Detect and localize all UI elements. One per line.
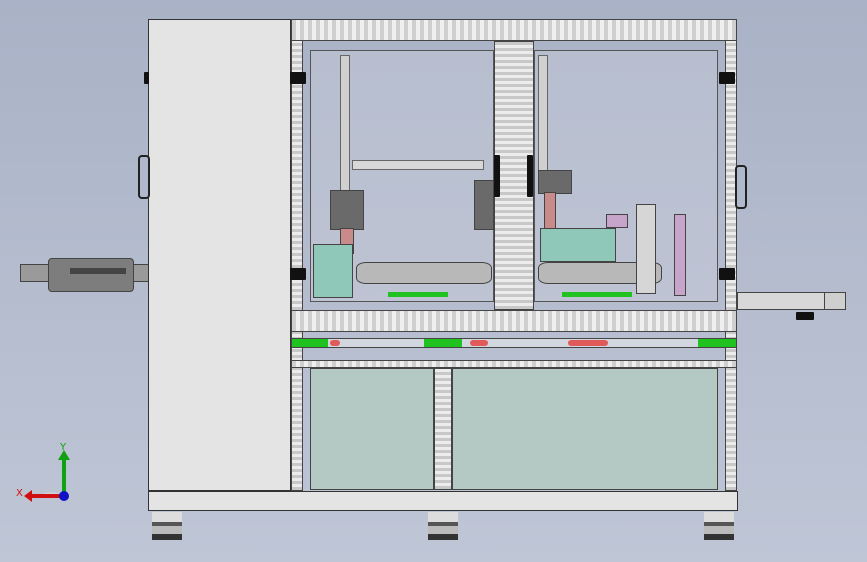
hinge-top-left xyxy=(290,72,306,84)
machine-base xyxy=(148,491,738,511)
indicator-green-1 xyxy=(292,339,328,347)
stack-column xyxy=(636,204,656,294)
hinge-bottom-right xyxy=(719,268,735,280)
violet-column xyxy=(674,214,686,296)
teal-module-right xyxy=(540,228,616,262)
indicator-red-1 xyxy=(330,340,340,346)
right-conveyor-end xyxy=(824,292,846,310)
actuator-block-right xyxy=(538,170,572,194)
gantry-crossbar xyxy=(352,160,484,170)
indicator-red-2 xyxy=(470,340,488,346)
gantry-left-upright xyxy=(340,55,350,197)
foot-right xyxy=(704,512,734,540)
left-feeder-slot xyxy=(70,268,126,274)
lower-rail-top xyxy=(291,360,737,368)
triad-y-label: Y xyxy=(60,442,67,453)
frame-post-right xyxy=(725,19,737,491)
violet-block xyxy=(606,214,628,228)
left-cabinet-latch xyxy=(144,72,149,84)
left-feeder-roller xyxy=(48,258,134,292)
left-cabinet xyxy=(148,19,291,491)
indicator-green-2 xyxy=(424,339,462,347)
cad-viewport[interactable] xyxy=(0,0,867,562)
turntable-left-green xyxy=(388,292,448,297)
lower-panel-right[interactable] xyxy=(452,368,718,490)
lower-panel-left[interactable] xyxy=(310,368,434,490)
teal-module-left xyxy=(313,244,353,298)
hinge-top-right xyxy=(719,72,735,84)
lower-post-center xyxy=(434,368,452,490)
door-handle-right[interactable] xyxy=(527,155,533,197)
foot-center xyxy=(428,512,458,540)
frame-top-rail xyxy=(291,19,737,41)
triad-x-label: X xyxy=(16,488,23,499)
door-handle-left[interactable] xyxy=(494,155,500,197)
right-side-handle xyxy=(735,165,747,209)
left-cabinet-handle xyxy=(138,155,150,199)
gantry-right-upright xyxy=(538,55,548,177)
indicator-green-3 xyxy=(698,339,736,347)
frame-mid-rail xyxy=(291,310,737,332)
turntable-left xyxy=(356,262,492,284)
hinge-bottom-left xyxy=(290,268,306,280)
actuator-right-upright xyxy=(474,180,494,230)
turntable-right-green xyxy=(562,292,632,297)
coordinate-triad-icon: Y X xyxy=(14,440,74,510)
foot-left xyxy=(152,512,182,540)
frame-post-left xyxy=(291,19,303,491)
right-conveyor-motor xyxy=(796,312,814,320)
actuator-pink-right xyxy=(544,192,556,232)
indicator-red-3 xyxy=(568,340,608,346)
actuator-block-left xyxy=(330,190,364,230)
indicator-strip xyxy=(291,338,737,348)
